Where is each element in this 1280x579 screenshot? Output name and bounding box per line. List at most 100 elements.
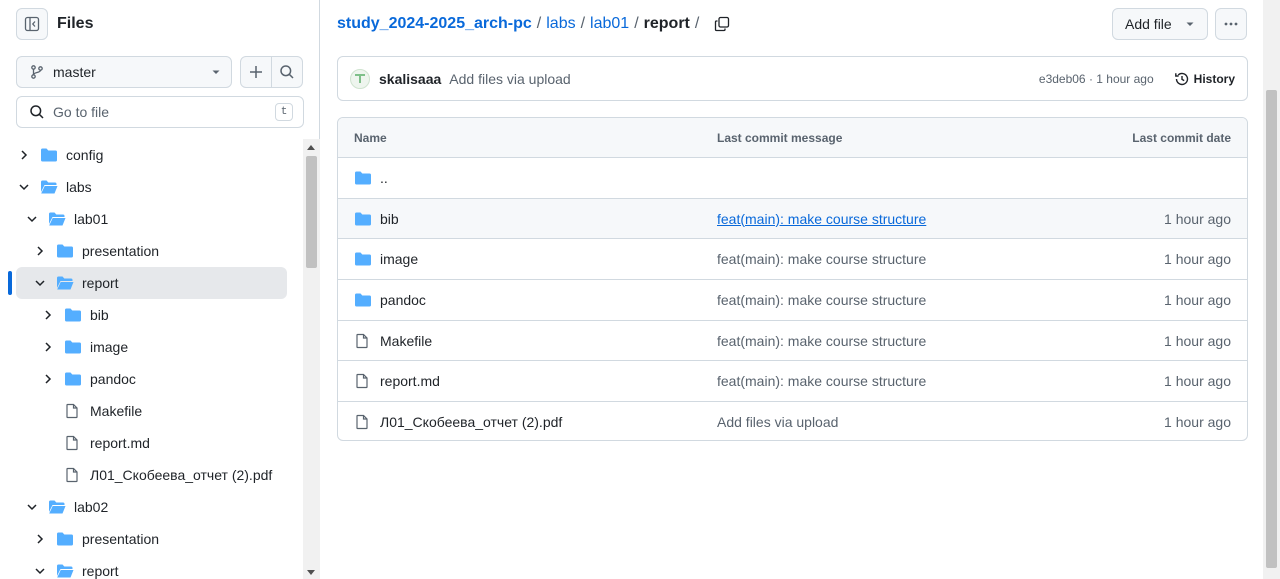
- commit-message-link[interactable]: feat(main): make course structure: [717, 373, 926, 389]
- file-name: Л01_Скобеева_отчет (2).pdf: [380, 414, 563, 431]
- table-row[interactable]: bib feat(main): make course structure 1 ho…: [338, 198, 1247, 240]
- history-button[interactable]: History: [1170, 71, 1235, 87]
- file-name: image: [380, 251, 419, 268]
- git-branch-icon: [29, 64, 45, 80]
- chevron-down-icon[interactable]: [16, 179, 32, 195]
- tree-item-labs[interactable]: labs: [0, 171, 303, 203]
- commit-date: 1 hour ago: [1164, 373, 1231, 390]
- table-row[interactable]: ..: [338, 158, 1247, 199]
- chevron-down-icon[interactable]: [32, 563, 48, 579]
- tree-item-report[interactable]: report: [0, 555, 303, 579]
- chevron-right-icon[interactable]: [32, 243, 48, 259]
- chevron-right-icon[interactable]: [40, 339, 56, 355]
- chevron-down-icon[interactable]: [24, 211, 40, 227]
- tree-scrollbar[interactable]: [303, 139, 320, 579]
- table-row[interactable]: Makefile feat(main): make course structur…: [338, 321, 1247, 362]
- avatar[interactable]: [350, 68, 370, 89]
- tree-item-bib[interactable]: bib: [0, 299, 303, 331]
- table-row[interactable]: pandoc feat(main): make course structure 1…: [338, 280, 1247, 321]
- file-icon: [64, 435, 82, 451]
- breadcrumb-repo-link[interactable]: study_2024-2025_arch-pc: [337, 15, 532, 33]
- tree-item-report-md[interactable]: report.md: [0, 427, 303, 459]
- branch-selector[interactable]: master: [16, 56, 232, 88]
- tree-item-presentation[interactable]: presentation: [0, 523, 303, 555]
- tree-item-pandoc[interactable]: pandoc: [0, 363, 303, 395]
- tree-item-label: image: [90, 339, 129, 355]
- table-row[interactable]: Л01_Скобеева_отчет (2).pdf Add files via …: [338, 402, 1247, 440]
- chevron-down-icon[interactable]: [24, 499, 40, 515]
- tree-item-report[interactable]: report: [16, 267, 287, 299]
- tree-item-label: presentation: [82, 243, 160, 259]
- file-name-link[interactable]: image: [354, 251, 418, 267]
- table-row[interactable]: report.md feat(main): make course structu…: [338, 361, 1247, 403]
- tree-item-label: lab02: [74, 499, 109, 515]
- file-name: pandoc: [380, 291, 426, 308]
- chevron-right-icon[interactable]: [40, 307, 56, 323]
- file-name-link[interactable]: Л01_Скобеева_отчет (2).pdf: [354, 414, 562, 430]
- commit-message-link[interactable]: feat(main): make course structure: [717, 211, 926, 227]
- chevron-right-icon[interactable]: [40, 371, 56, 387]
- tree-item-label: labs: [66, 179, 92, 195]
- more-options-button[interactable]: [1215, 8, 1247, 40]
- file-name-link[interactable]: Makefile: [354, 333, 432, 349]
- commit-message-link[interactable]: feat(main): make course structure: [717, 251, 926, 267]
- table-row[interactable]: image feat(main): make course structure 1 …: [338, 239, 1247, 281]
- file-table-header: Name Last commit message Last commit dat…: [338, 118, 1247, 158]
- scroll-down-arrow[interactable]: [307, 570, 315, 575]
- tree-item-lab01[interactable]: lab01: [0, 203, 303, 235]
- tree-item-config[interactable]: config: [0, 139, 303, 171]
- go-to-file-field[interactable]: t: [16, 96, 304, 128]
- add-file-sidebar-button[interactable]: [240, 56, 272, 88]
- tree-item-label: Makefile: [90, 403, 143, 419]
- copy-path-button[interactable]: [714, 16, 730, 32]
- tree-scrollbar-thumb[interactable]: [306, 156, 317, 268]
- folder-icon: [354, 292, 372, 308]
- sidebar-title: Files: [57, 15, 94, 32]
- page-scrollbar[interactable]: [1263, 0, 1280, 579]
- chevron-right-icon[interactable]: [16, 147, 32, 163]
- folder-icon: [40, 147, 58, 163]
- commit-message-link[interactable]: Add files via upload: [449, 71, 570, 87]
- file-icon: [354, 373, 372, 389]
- tree-item-image[interactable]: image: [0, 331, 303, 363]
- file-name-link[interactable]: pandoc: [354, 292, 426, 308]
- chevron-right-icon[interactable]: [32, 531, 48, 547]
- folder-open-icon: [48, 499, 66, 515]
- breadcrumb-link-labs[interactable]: labs: [546, 15, 575, 33]
- breadcrumb-separator: /: [634, 15, 639, 32]
- file-tree: config labs lab01 presentation report bib imag…: [0, 139, 303, 579]
- tree-item-lab02[interactable]: lab02: [0, 491, 303, 523]
- search-code-button[interactable]: [271, 56, 303, 88]
- column-header-name: Name: [354, 130, 387, 145]
- commit-message-link[interactable]: feat(main): make course structure: [717, 292, 926, 308]
- commit-message-link[interactable]: Add files via upload: [717, 414, 838, 430]
- commit-date: 1 hour ago: [1164, 414, 1231, 431]
- add-file-button[interactable]: Add file: [1112, 8, 1208, 40]
- commit-author-link[interactable]: skalisaaa: [379, 71, 441, 87]
- tree-item-makefile[interactable]: Makefile: [0, 395, 303, 427]
- commit-message-link[interactable]: feat(main): make course structure: [717, 333, 926, 349]
- file-name-link[interactable]: bib: [354, 211, 399, 227]
- page-scrollbar-thumb[interactable]: [1266, 90, 1277, 568]
- tree-item-label: bib: [90, 307, 109, 323]
- file-name-link[interactable]: report.md: [354, 373, 440, 389]
- column-header-message: Last commit message: [717, 130, 843, 145]
- scroll-up-arrow[interactable]: [307, 145, 315, 150]
- file-name-link[interactable]: ..: [354, 170, 388, 186]
- chevron-down-icon[interactable]: [32, 275, 48, 291]
- breadcrumb-current: report: [643, 15, 690, 32]
- go-to-file-input[interactable]: [53, 104, 275, 120]
- add-file-label: Add file: [1125, 16, 1172, 32]
- plus-icon: [248, 64, 264, 80]
- copy-icon: [714, 16, 730, 32]
- breadcrumb-link-lab01[interactable]: lab01: [590, 15, 629, 33]
- history-icon: [1174, 71, 1190, 87]
- tree-item-label: report: [82, 275, 119, 291]
- tree-item-presentation[interactable]: presentation: [0, 235, 303, 267]
- commit-meta[interactable]: e3deb06 · 1 hour ago: [1039, 72, 1154, 86]
- tree-item-л01-скобеева-отчет-2-pdf[interactable]: Л01_Скобеева_отчет (2).pdf: [0, 459, 303, 491]
- latest-commit-bar: skalisaaa Add files via upload e3deb06 ·…: [337, 56, 1248, 101]
- sidebar-header: Files: [16, 8, 93, 40]
- commit-date: 1 hour ago: [1164, 251, 1231, 268]
- collapse-sidebar-button[interactable]: [16, 8, 48, 40]
